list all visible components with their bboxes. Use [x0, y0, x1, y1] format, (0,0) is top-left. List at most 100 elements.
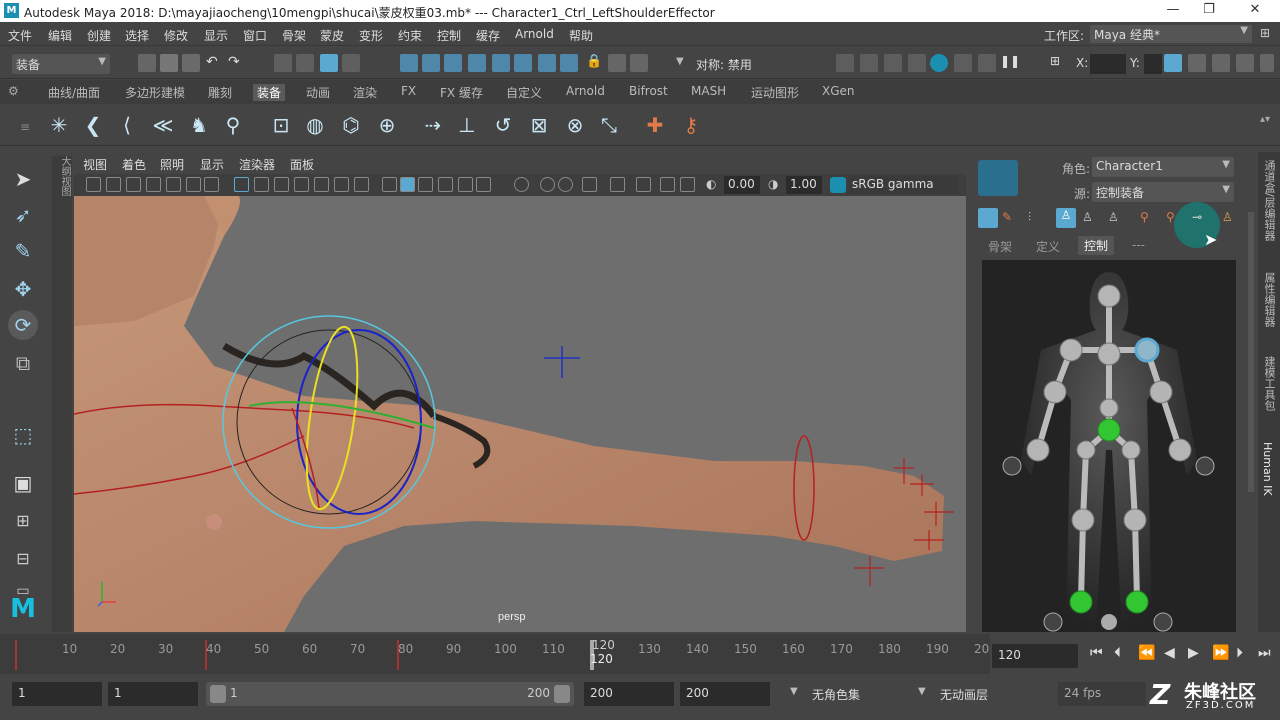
xray-joints-icon[interactable] [660, 177, 675, 192]
shelf-options-icon[interactable]: ≡ [20, 120, 30, 134]
motion-blur-icon[interactable] [540, 177, 555, 192]
single-perspective-layout-icon[interactable]: ▣ [8, 468, 38, 498]
quick-rig-icon[interactable]: ♞ [184, 110, 214, 140]
hik-right-foot-expand-icon[interactable] [1043, 612, 1063, 632]
range-start-handle[interactable] [210, 685, 226, 703]
cluster-icon[interactable]: ⊕ [372, 110, 402, 140]
hik-character-graph[interactable] [982, 260, 1236, 632]
snap-help-icon[interactable] [560, 54, 578, 72]
fps-dropdown[interactable]: 24 fps [1058, 682, 1146, 706]
playback-start-field[interactable]: 1 [108, 682, 198, 706]
exposure-field[interactable]: 0.00 [724, 176, 760, 194]
2d-pan-zoom-icon[interactable] [186, 177, 201, 192]
source-dropdown[interactable]: 控制装备 ▼ [1092, 182, 1234, 202]
hik-spine-effector[interactable] [1099, 398, 1119, 418]
tab-fx[interactable]: FX [401, 84, 416, 98]
hik-right-shoulder-effector[interactable] [1059, 338, 1083, 362]
menu-cache[interactable]: 缓存 [476, 27, 500, 44]
grease-tool-icon[interactable] [204, 177, 219, 192]
playback-end-field[interactable]: 200 [584, 682, 674, 706]
tool-settings-toggle-icon[interactable] [1212, 54, 1230, 72]
time-slider[interactable]: 10 20 30 40 50 60 70 80 90 100 110 120 1… [0, 634, 990, 674]
menu-control[interactable]: 控制 [437, 27, 461, 44]
bind-skin-icon[interactable]: ⊡ [266, 110, 296, 140]
close-button[interactable]: ✕ [1240, 2, 1270, 20]
snap-surface-icon[interactable] [492, 54, 510, 72]
stance-icon[interactable]: ♙ [1222, 210, 1233, 224]
full-body-ik-icon[interactable]: ✎ [1002, 210, 1012, 224]
hik-right-ankle-effector[interactable] [1069, 590, 1093, 614]
four-view-layout-icon[interactable]: ⊞ [8, 506, 38, 536]
transform-icon[interactable]: ⊞ [1050, 54, 1068, 72]
hik-logo-icon[interactable] [978, 160, 1018, 196]
snap-grid-icon[interactable] [400, 54, 418, 72]
textured-icon[interactable] [438, 177, 453, 192]
arnold-ipr-icon[interactable] [978, 54, 996, 72]
select-component-icon[interactable] [320, 54, 338, 72]
minimize-button[interactable]: — [1158, 2, 1188, 20]
isolate-select-icon[interactable] [610, 177, 625, 192]
save-scene-icon[interactable] [182, 54, 200, 72]
scale-tool-icon[interactable]: ⧉ [8, 348, 38, 378]
menu-modify[interactable]: 修改 [164, 27, 188, 44]
menu-edit[interactable]: 编辑 [48, 27, 72, 44]
driven-key-icon[interactable]: ⚷ [676, 110, 706, 140]
go-to-end-icon[interactable]: ⏭ [1258, 645, 1271, 661]
render-frame-icon[interactable] [860, 54, 878, 72]
ik-spline-icon[interactable]: ≪ [148, 110, 178, 140]
panel-menu-panels[interactable]: 面板 [290, 156, 314, 173]
construction-icon[interactable] [630, 54, 648, 72]
tab-mash[interactable]: MASH [691, 84, 726, 98]
hik-chest-effector[interactable] [1097, 342, 1121, 366]
render-settings-icon[interactable] [908, 54, 926, 72]
move-tool-icon[interactable]: ✥ [8, 274, 38, 304]
open-scene-icon[interactable] [160, 54, 178, 72]
menu-file[interactable]: 文件 [8, 27, 32, 44]
hik-right-wrist-effector[interactable] [1026, 438, 1050, 462]
hik-right-hip-effector[interactable] [1076, 440, 1096, 460]
xray-icon[interactable] [636, 177, 651, 192]
perspective-viewport[interactable]: persp [74, 196, 966, 632]
tab-rendering[interactable]: 渲染 [353, 84, 377, 101]
pin-all-icon[interactable]: ⚲ [1140, 210, 1149, 224]
hik-left-elbow-effector[interactable] [1149, 380, 1173, 404]
go-to-start-icon[interactable]: ⏮ [1090, 645, 1103, 661]
orient-constraint-icon[interactable]: ↺ [488, 110, 518, 140]
grid-toggle-icon[interactable] [234, 177, 249, 192]
menu-display[interactable]: 显示 [204, 27, 228, 44]
human-ik-toggle-icon[interactable] [1260, 54, 1274, 72]
panel-menu-show[interactable]: 显示 [200, 156, 224, 173]
hik-right-knee-effector[interactable] [1071, 508, 1095, 532]
menu-deform[interactable]: 变形 [359, 27, 383, 44]
hik-right-hand-expand-icon[interactable] [1002, 456, 1022, 476]
snap-curve-icon[interactable] [422, 54, 440, 72]
pause-icon[interactable]: ❚❚ [1000, 54, 1020, 72]
image-plane-icon[interactable] [146, 177, 161, 192]
tab-animation[interactable]: 动画 [306, 84, 330, 101]
create-joints-icon[interactable]: ✳ [44, 110, 74, 140]
arnold-render-icon[interactable] [954, 54, 972, 72]
pin-rotate-icon[interactable]: ♙ [1108, 210, 1119, 224]
tab-rigging[interactable]: 装备 [253, 84, 286, 101]
step-back-key-icon[interactable]: ⏪ [1138, 645, 1155, 661]
resolution-gate-icon[interactable] [274, 177, 289, 192]
hypershade-icon[interactable] [930, 54, 948, 72]
snap-view-icon[interactable] [468, 54, 486, 72]
tab-curves-surfaces[interactable]: 曲线/曲面 [48, 84, 100, 101]
hik-reach-effector[interactable] [1101, 614, 1117, 630]
menuset-dropdown[interactable]: 装备 ▼ [12, 54, 110, 74]
paint-select-tool-icon[interactable]: ✎ [8, 236, 38, 266]
undo-icon[interactable]: ↶ [206, 54, 224, 72]
tab-attribute-editor[interactable]: 属性编辑器 [1261, 272, 1277, 327]
hik-left-hip-effector[interactable] [1121, 440, 1141, 460]
grease-pencil-icon[interactable] [166, 177, 181, 192]
point-constraint-icon[interactable]: ⇢ [418, 110, 448, 140]
tab-poly-modeling[interactable]: 多边形建模 [125, 84, 185, 101]
character-dropdown[interactable]: Character1 ▼ [1092, 157, 1234, 177]
current-frame-field[interactable]: 120 [992, 644, 1078, 668]
hik-left-hand-expand-icon[interactable] [1195, 456, 1215, 476]
field-chart-icon[interactable] [314, 177, 329, 192]
x-field[interactable] [1090, 54, 1126, 74]
wireframe-on-shaded-icon[interactable] [418, 177, 433, 192]
use-lights-icon[interactable] [458, 177, 473, 192]
